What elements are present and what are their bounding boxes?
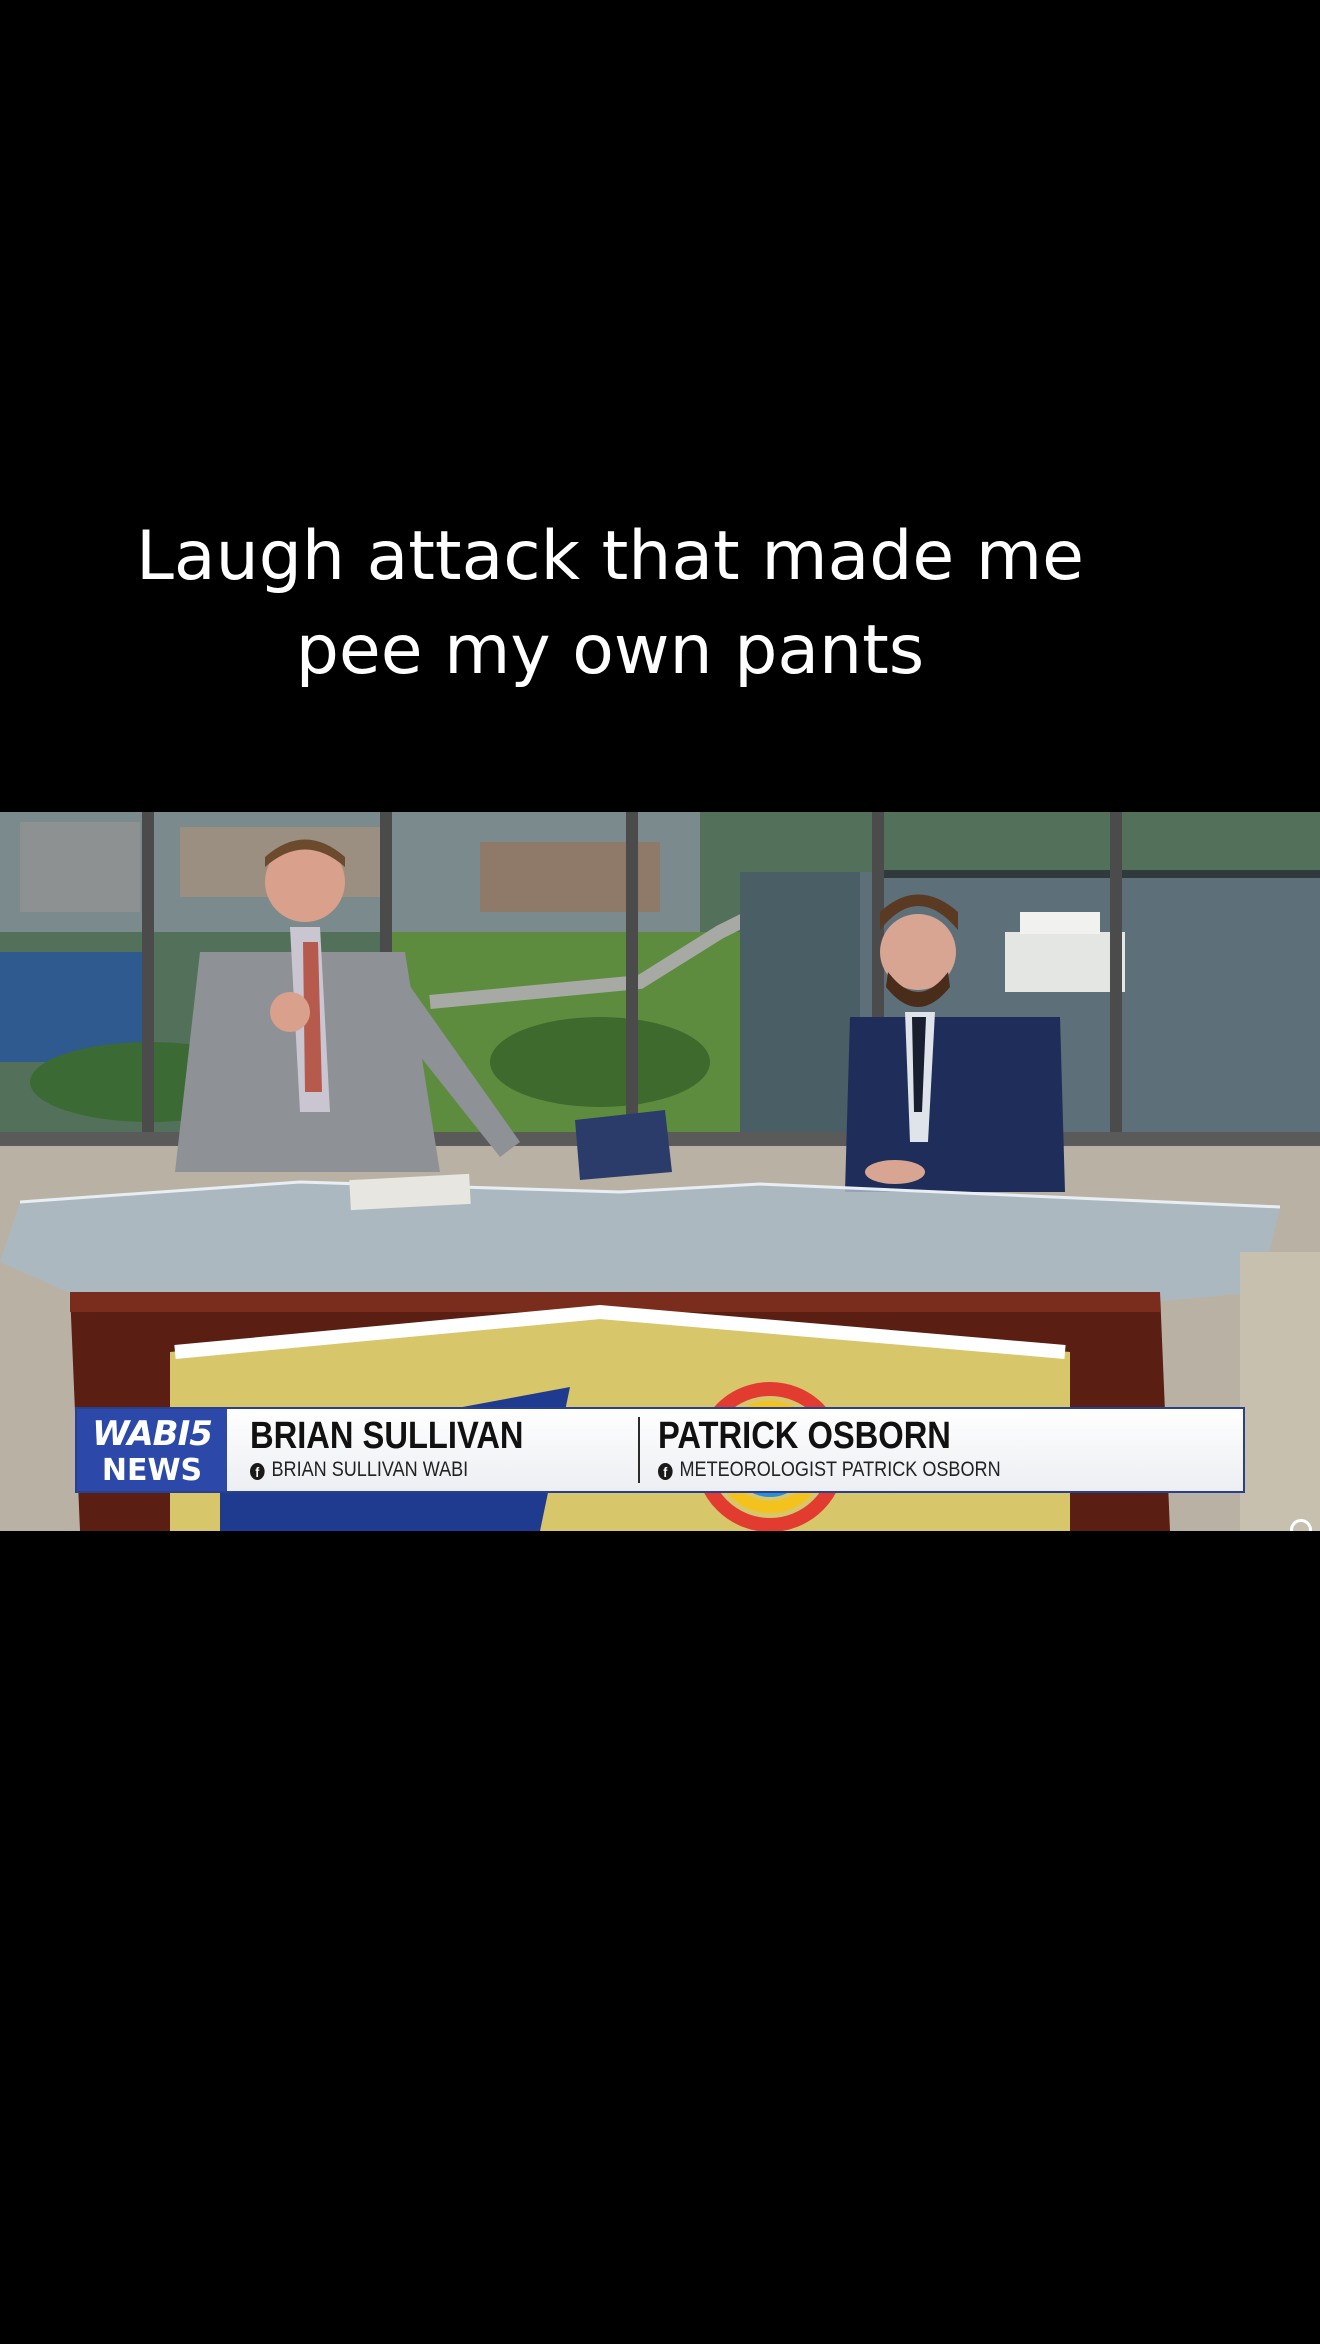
banner-divider bbox=[638, 1417, 640, 1483]
caption-line-2: pee my own pants bbox=[295, 611, 925, 690]
facebook-icon: f bbox=[658, 1463, 673, 1480]
anchor-right-block: PATRICK OSBORN f METEOROLOGIST PATRICK OS… bbox=[658, 1415, 1056, 1483]
station-logo-line2: NEWS bbox=[101, 1453, 203, 1488]
lower-third-banner: WABI5 NEWS BRIAN SULLIVAN f BRIAN SULLIVA… bbox=[75, 1407, 1245, 1493]
anchor-right-handle-text: METEOROLOGIST PATRICK OSBORN bbox=[679, 1458, 1001, 1481]
anchor-left-block: BRIAN SULLIVAN f BRIAN SULLIVAN WABI bbox=[250, 1415, 568, 1483]
station-logo: WABI5 NEWS bbox=[77, 1409, 227, 1491]
anchor-left-name: BRIAN SULLIVAN bbox=[250, 1415, 524, 1457]
video-caption: Laugh attack that made me pee my own pan… bbox=[0, 510, 1220, 698]
caption-line-1: Laugh attack that made me bbox=[136, 517, 1084, 596]
anchor-left-handle-text: BRIAN SULLIVAN WABI bbox=[271, 1458, 469, 1481]
video-frame[interactable]: WABI5 NEWS BRIAN SULLIVAN f BRIAN SULLIVA… bbox=[0, 812, 1320, 1531]
anchor-left-handle: f BRIAN SULLIVAN WABI bbox=[250, 1457, 524, 1483]
facebook-icon: f bbox=[250, 1463, 265, 1480]
anchor-right-handle: f METEOROLOGIST PATRICK OSBORN bbox=[658, 1457, 1001, 1483]
anchor-right-name: PATRICK OSBORN bbox=[658, 1415, 951, 1457]
station-logo-line1: WABI5 bbox=[92, 1414, 213, 1454]
